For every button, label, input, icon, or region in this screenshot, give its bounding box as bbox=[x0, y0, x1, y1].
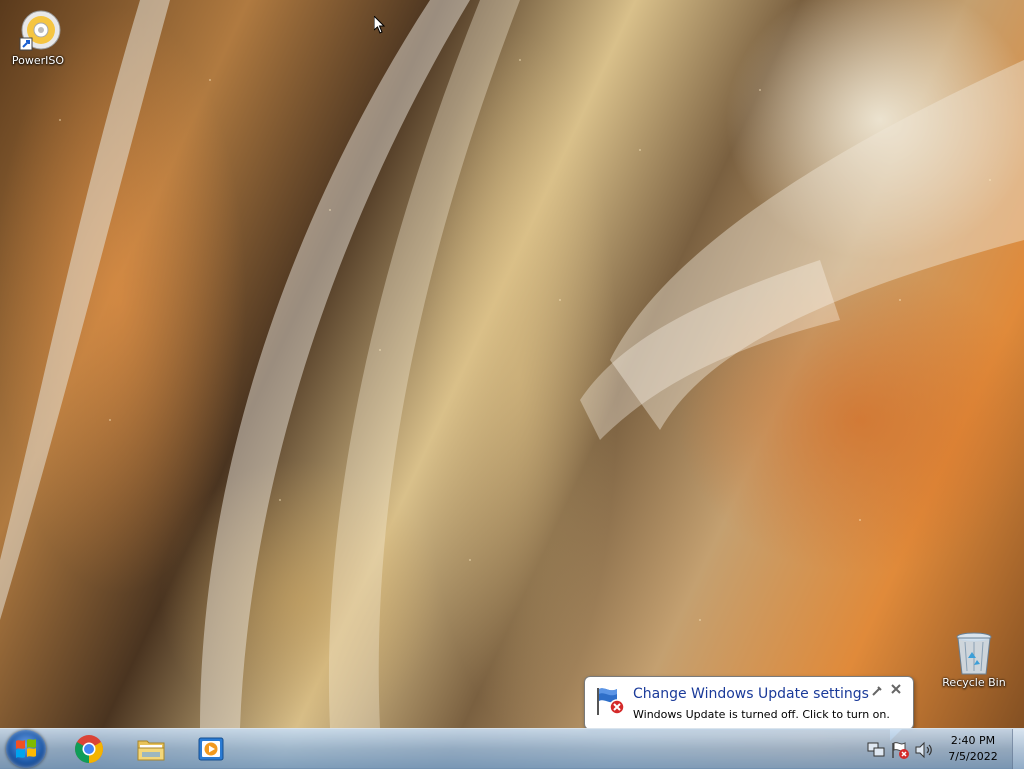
volume-icon bbox=[915, 741, 932, 759]
poweriso-disc-icon bbox=[14, 8, 62, 52]
start-button[interactable] bbox=[6, 730, 46, 768]
taskbar: 2:40 PM 7/5/2022 bbox=[0, 728, 1024, 769]
windows-start-orb-icon bbox=[16, 739, 36, 758]
desktop-icon-label: PowerISO bbox=[11, 54, 65, 67]
taskbar-app-chrome[interactable] bbox=[60, 732, 116, 766]
folder-icon bbox=[137, 740, 165, 761]
clock-date: 7/5/2022 bbox=[948, 750, 998, 763]
desktop-wallpaper bbox=[0, 0, 1024, 768]
windows-update-flag-error-icon bbox=[595, 685, 627, 717]
tray-network[interactable] bbox=[864, 729, 886, 769]
tray-volume[interactable] bbox=[912, 729, 934, 769]
mouse-cursor-icon bbox=[373, 14, 386, 38]
tray-clock[interactable]: 2:40 PM 7/5/2022 bbox=[940, 733, 1006, 765]
chrome-icon bbox=[75, 735, 103, 763]
media-player-icon bbox=[198, 737, 224, 761]
notification-options-icon[interactable] bbox=[871, 685, 883, 697]
desktop-icon-recycle-bin[interactable]: Recycle Bin bbox=[936, 630, 1012, 689]
action-center-error-icon bbox=[892, 742, 909, 759]
recycle-bin-icon bbox=[950, 630, 998, 675]
taskbar-app-media-player[interactable] bbox=[182, 732, 238, 766]
windows-update-notification[interactable]: Change Windows Update settings Windows U… bbox=[584, 676, 914, 730]
network-icon bbox=[867, 742, 885, 757]
notification-close-icon[interactable] bbox=[890, 683, 902, 697]
taskbar-app-explorer[interactable] bbox=[122, 732, 178, 766]
clock-time: 2:40 PM bbox=[950, 734, 996, 747]
tray-action-center[interactable] bbox=[888, 729, 910, 769]
show-desktop-button[interactable] bbox=[1012, 729, 1024, 769]
notification-message: Windows Update is turned off. Click to t… bbox=[633, 708, 890, 721]
desktop-icon-poweriso[interactable]: PowerISO bbox=[0, 8, 76, 67]
notification-title: Change Windows Update settings bbox=[633, 686, 869, 702]
